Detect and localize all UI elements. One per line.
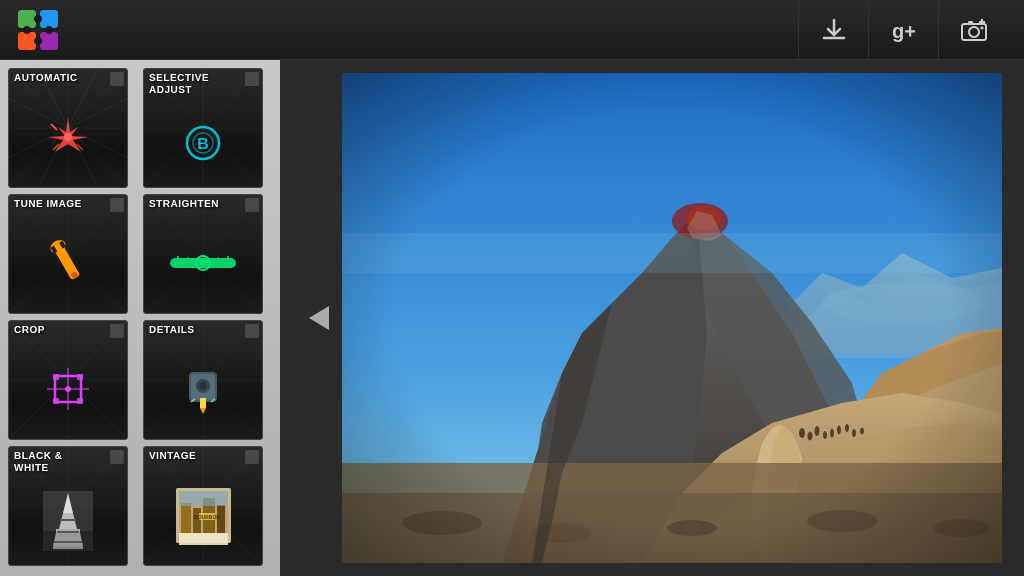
svg-text:BOURBON: BOURBON bbox=[194, 515, 220, 521]
tool-tune-icon-area bbox=[9, 213, 127, 313]
tool-details-label: DETAILS bbox=[144, 321, 262, 339]
tool-automatic[interactable]: AUTOMATIC bbox=[8, 68, 128, 188]
tool-tune-image[interactable]: TUNE IMAGE bbox=[8, 194, 128, 314]
main-photo bbox=[342, 73, 1002, 563]
svg-text:B: B bbox=[197, 136, 209, 153]
selective-adjust-icon: B bbox=[178, 118, 228, 168]
tool-crop-label: CROP bbox=[9, 321, 127, 339]
automatic-icon bbox=[43, 112, 93, 162]
tool-vintage-label: VINTAGE bbox=[144, 447, 262, 465]
tools-panel: AUTOMATIC bbox=[0, 60, 280, 576]
tool-straighten-label: STRAIGHTEN bbox=[144, 195, 262, 213]
app-logo bbox=[16, 8, 60, 52]
googleplus-button[interactable]: g+ bbox=[868, 0, 938, 60]
svg-text:g+: g+ bbox=[892, 21, 916, 43]
tool-vintage-icon-area: BOURBON bbox=[144, 465, 262, 565]
tool-bw-icon-area bbox=[9, 477, 127, 565]
tool-selective-adjust-label: SELECTIVEADJUST bbox=[144, 69, 262, 99]
back-button[interactable] bbox=[290, 293, 340, 343]
vintage-icon: BOURBON bbox=[171, 483, 236, 548]
photo-area bbox=[280, 60, 1024, 576]
tool-crop[interactable]: CROP bbox=[8, 320, 128, 440]
back-arrow-icon bbox=[295, 298, 335, 338]
tune-image-icon bbox=[43, 236, 93, 291]
photo-canvas bbox=[342, 73, 1002, 563]
tool-selective-icon-area: B bbox=[144, 99, 262, 187]
main-area: AUTOMATIC bbox=[0, 60, 1024, 576]
header-actions: g+ bbox=[798, 0, 1008, 60]
logo-icon bbox=[16, 8, 60, 52]
app-header: g+ bbox=[0, 0, 1024, 60]
tool-details-icon-area bbox=[144, 339, 262, 439]
tool-bw-label: BLACK &WHITE bbox=[9, 447, 127, 477]
crop-icon bbox=[43, 364, 93, 414]
tool-straighten-icon-area bbox=[144, 213, 262, 313]
tool-crop-icon-area bbox=[9, 339, 127, 439]
tool-selective-adjust[interactable]: SELECTIVEADJUST B bbox=[143, 68, 263, 188]
tool-details[interactable]: DETAILS bbox=[143, 320, 263, 440]
tool-straighten[interactable]: STRAIGHTEN bbox=[143, 194, 263, 314]
tool-tune-image-label: TUNE IMAGE bbox=[9, 195, 127, 213]
download-button[interactable] bbox=[798, 0, 868, 60]
camera-button[interactable] bbox=[938, 0, 1008, 60]
tool-black-white[interactable]: BLACK &WHITE bbox=[8, 446, 128, 566]
details-icon bbox=[181, 364, 225, 414]
straighten-icon bbox=[168, 248, 238, 278]
bw-icon bbox=[43, 491, 93, 551]
tool-vintage[interactable]: VINTAGE BOURBON bbox=[143, 446, 263, 566]
tool-automatic-label: AUTOMATIC bbox=[9, 69, 127, 87]
tool-automatic-icon-area bbox=[9, 87, 127, 187]
